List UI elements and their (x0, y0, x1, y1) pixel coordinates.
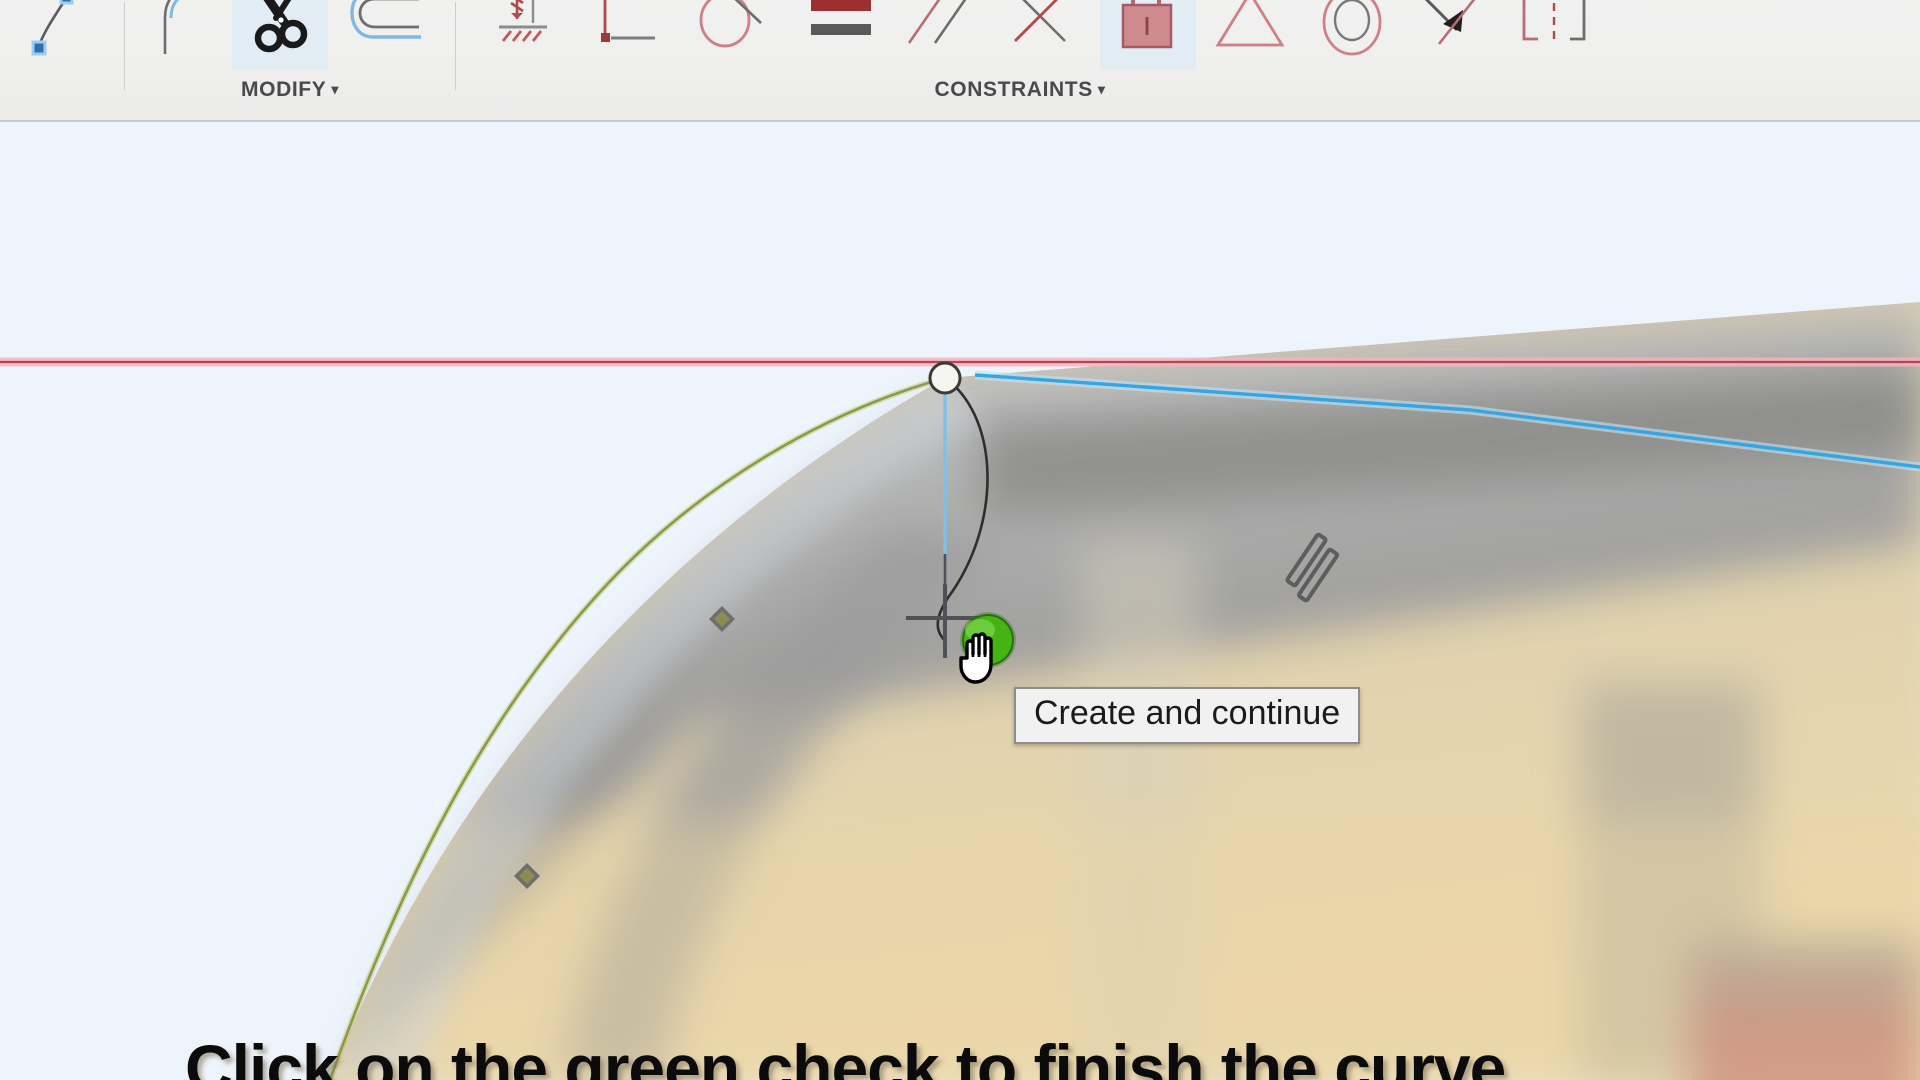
curvature-icon (1512, 0, 1596, 57)
chevron-down-icon[interactable]: ▾ (331, 81, 339, 97)
collinear-arrow-icon (1413, 0, 1495, 58)
parallel-lines-icon (899, 0, 985, 59)
spline-endpoint-node (928, 361, 962, 395)
tool-fix-unfix[interactable] (476, 0, 572, 70)
tool-midpoint[interactable] (998, 0, 1094, 70)
ribbon-panel-modify (128, 0, 452, 122)
midpoint-icon (1003, 0, 1089, 59)
create-and-continue-tooltip[interactable]: Create and continue (1014, 687, 1361, 744)
tool-perpendicular[interactable] (580, 0, 676, 70)
lock-fix-icon (1111, 0, 1185, 59)
symmetry-triangle-icon (1210, 0, 1290, 57)
sketch-canvas[interactable]: Create and continue Click on the green c… (0, 122, 1920, 1080)
canvas-graphics (0, 122, 1920, 1080)
tool-curvature[interactable] (1506, 0, 1602, 70)
application-window: MODIFY ▾ CONSTRAINTS ▾ Create and contin… (0, 0, 1920, 1080)
panel-label-modify: MODIFY ▾ (128, 78, 452, 102)
concentric-circles-icon (1314, 0, 1390, 60)
tool-symmetry[interactable] (1202, 0, 1298, 70)
ribbon-panel-constraints (460, 0, 1920, 122)
spline-curve-icon (18, 0, 90, 58)
tool-equal[interactable] (794, 0, 890, 70)
instruction-caption: Click on the green check to finish the c… (185, 1031, 1506, 1080)
tool-concentric[interactable] (1304, 0, 1400, 70)
offset-curve-icon (339, 0, 425, 57)
tangent-circle-icon (695, 0, 773, 59)
tool-trim[interactable] (232, 0, 328, 70)
panel-label-constraints: CONSTRAINTS ▾ (460, 78, 1580, 102)
ribbon-toolbar: MODIFY ▾ CONSTRAINTS ▾ (0, 0, 1920, 122)
fillet-arc-icon (142, 0, 214, 60)
tool-fillet[interactable] (130, 0, 226, 70)
scissors-trim-icon (240, 0, 320, 62)
tool-parallel[interactable] (894, 0, 990, 70)
green-check-marker (960, 612, 1016, 668)
equal-bars-icon (805, 0, 879, 50)
ribbon-panel-create (0, 0, 122, 122)
perpendicular-icon (591, 0, 665, 59)
panel-label-modify-text: MODIFY (241, 78, 327, 101)
tool-tangent[interactable] (686, 0, 782, 70)
chevron-down-icon[interactable]: ▾ (1098, 81, 1106, 97)
fix-ground-icon (487, 0, 561, 59)
panel-label-constraints-text: CONSTRAINTS (934, 78, 1093, 101)
panel-divider-2 (455, 2, 456, 90)
tool-spline[interactable] (6, 0, 102, 70)
panel-divider-1 (124, 2, 125, 90)
tool-offset[interactable] (334, 0, 430, 70)
tool-collinear[interactable] (1406, 0, 1502, 70)
tool-fix-lock[interactable] (1100, 0, 1196, 70)
